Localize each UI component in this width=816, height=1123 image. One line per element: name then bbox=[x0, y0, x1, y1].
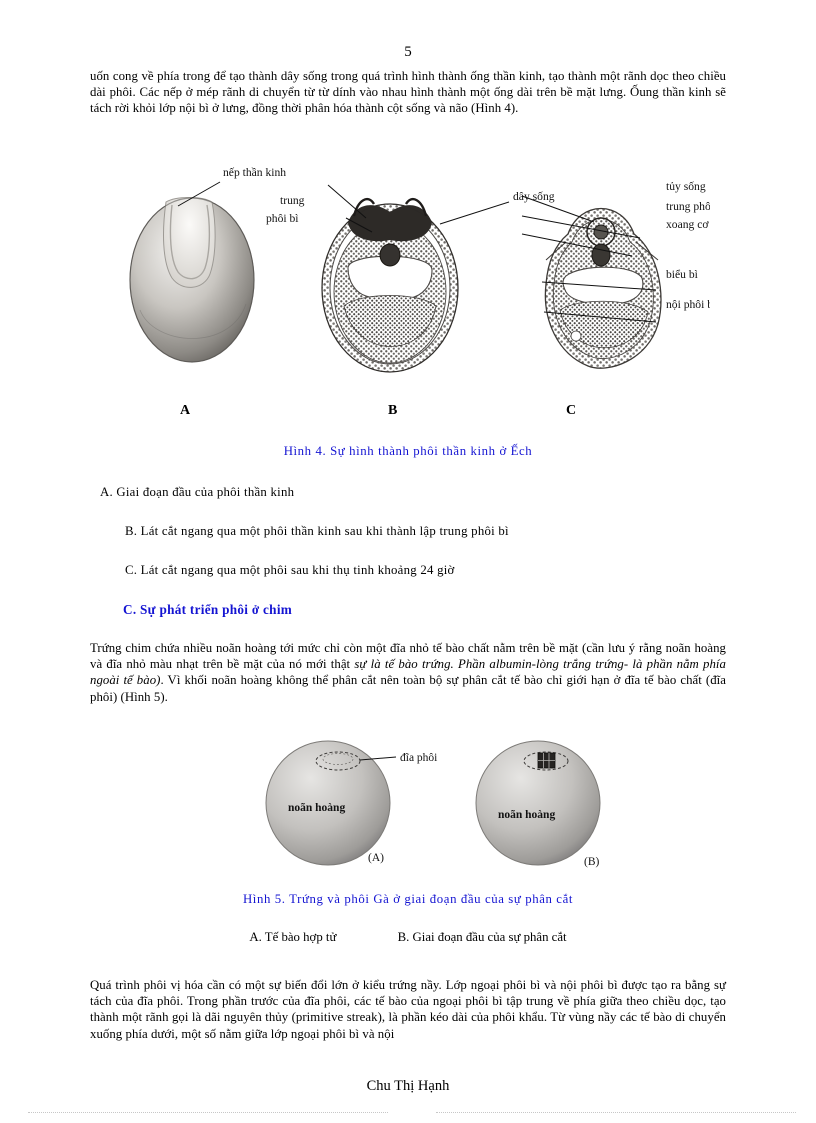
paragraph-gastrulation: Quá trình phôi vị hóa cần có một sự biến… bbox=[90, 978, 726, 1041]
label-dia-phoi: đĩa phôi bbox=[400, 752, 437, 764]
label-sphere-a: (A) bbox=[368, 852, 384, 864]
label-phoi-bi: phôi bì bbox=[266, 212, 299, 225]
figure4-item-a: A. Giai đoạn đầu của phôi thần kinh bbox=[100, 485, 295, 499]
panel-label-c: C bbox=[566, 403, 577, 418]
label-xoang-co-the: xoang cơ thể bbox=[666, 218, 710, 231]
figure-4-neurulation-frog: nếp thần kinh trung phôi bì dây sống tủy… bbox=[110, 160, 710, 405]
label-trung: trung bbox=[280, 194, 305, 207]
label-noi-phoi-bi: nội phôi bì bbox=[666, 298, 710, 311]
page-footer-author: Chu Thị Hạnh bbox=[366, 1078, 450, 1094]
footer-divider-right bbox=[436, 1112, 796, 1114]
panel-b-cross-section bbox=[321, 197, 459, 373]
figure4-item-c: C. Lát cắt ngang qua một phôi sau khi th… bbox=[125, 563, 455, 577]
document-page: 5 uốn cong về phía trong để tạo thành dâ… bbox=[0, 0, 816, 1123]
label-bieu-bi: biểu bì bbox=[666, 268, 698, 281]
figure4-panel-labels: A B C bbox=[0, 403, 816, 421]
footer-divider-left bbox=[28, 1112, 388, 1114]
figure4-item-b: B. Lát cắt ngang qua một phôi thần kinh … bbox=[125, 524, 509, 538]
figure5-item-a: A. Tế bào hợp tử bbox=[249, 930, 337, 944]
figure-4-caption: Hình 4. Sự hình thành phôi thần kinh ở Ế… bbox=[283, 444, 533, 458]
label-nep-than-kinh: nếp thần kinh bbox=[223, 166, 286, 179]
egg-sphere-b: noãn hoàng (B) bbox=[475, 740, 601, 868]
panel-c-cross-section bbox=[544, 208, 662, 369]
panel-a-embryo bbox=[129, 197, 255, 363]
egg-sphere-a: noãn hoàng (A) đĩa phôi bbox=[265, 740, 437, 866]
panel-label-a: A bbox=[180, 403, 191, 418]
label-day-song: dây sống bbox=[513, 190, 555, 203]
panel-label-b: B bbox=[388, 403, 398, 418]
paragraph-intro: uốn cong về phía trong để tạo thành dây … bbox=[90, 69, 726, 116]
figure-5-chicken-egg: noãn hoàng (A) đĩa phôi noãn hoàng (B) bbox=[250, 733, 650, 878]
figure-5-caption: Hình 5. Trứng và phôi Gà ở giai đoạn đầu… bbox=[242, 892, 574, 906]
figure5-sub-items: A. Tế bào hợp tử B. Giai đoạn đầu của sự… bbox=[0, 930, 816, 945]
label-sphere-b: (B) bbox=[584, 856, 600, 868]
figure5-item-b: B. Giai đoạn đầu của sự phân cắt bbox=[397, 930, 567, 944]
label-noan-hoang-b: noãn hoàng bbox=[498, 809, 555, 821]
paragraph-bird-egg: Trứng chim chứa nhiều noãn hoàng tới mức… bbox=[90, 640, 726, 705]
label-tuy-song: tủy sống bbox=[666, 180, 706, 193]
label-trung-phoi-bi: trung phôi bì bbox=[666, 200, 710, 213]
paragraph-bird-egg-part2: . Vì khối noãn hoàng không thể phân cắt … bbox=[90, 673, 726, 704]
section-heading-c: C. Sự phát triển phôi ở chim bbox=[123, 602, 293, 617]
label-noan-hoang-a: noãn hoàng bbox=[288, 802, 345, 814]
page-number: 5 bbox=[404, 44, 412, 60]
